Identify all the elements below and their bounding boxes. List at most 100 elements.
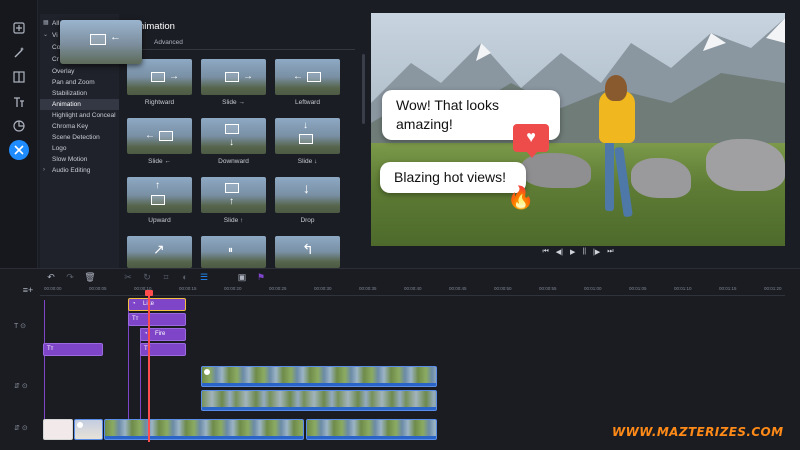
ruler-tick-label: 00:01:05 — [629, 286, 647, 291]
tile-curve[interactable]: ↗ — [127, 236, 192, 268]
title-clip[interactable]: Tт — [43, 343, 103, 356]
main-video-clip[interactable] — [306, 419, 437, 440]
delete-icon[interactable]: 🗑 — [84, 271, 96, 283]
chevron-down-icon: ⌄ — [43, 32, 49, 38]
arrow-right-icon: → — [243, 71, 253, 82]
title-clip[interactable]: Tт — [140, 343, 186, 356]
tile-slide-left[interactable]: ← Slide ← — [127, 118, 192, 174]
turn-arrow-icon: ↰ — [302, 241, 314, 257]
marker-flag-icon[interactable]: ⚑ — [255, 271, 267, 283]
tile-thumbnail: ↓ — [275, 118, 340, 154]
title-clip[interactable]: Tт — [128, 313, 186, 326]
arrow-down-icon: ↓ — [303, 120, 308, 131]
clip-audio-bar — [202, 407, 436, 410]
category-item[interactable]: Slow Motion — [40, 154, 119, 165]
animation-panel: nimation Advanced → Rightward → Slide → ← L… — [121, 14, 365, 268]
ruler-tick-label: 00:00:50 — [494, 286, 512, 291]
tile-label: Downward — [218, 158, 249, 165]
rotate-icon[interactable]: ↻ — [141, 271, 153, 283]
overlay-video-clip[interactable] — [201, 390, 437, 411]
tile-thumbnail: → — [201, 59, 266, 95]
tile-thumbnail: ← — [275, 59, 340, 95]
chevron-right-icon: › — [43, 167, 45, 173]
tile-upward[interactable]: ↑ Upward — [127, 177, 192, 233]
playhead[interactable] — [145, 290, 153, 442]
tile-label: Drop — [300, 217, 315, 224]
category-item[interactable]: Overlay — [40, 66, 119, 77]
tile-slide-right[interactable]: → Slide → — [201, 59, 266, 115]
magic-wand-icon[interactable] — [8, 43, 30, 63]
category-item[interactable]: Stabilization — [40, 88, 119, 99]
arrow-right-icon: → — [169, 71, 179, 82]
overlay-track-icon: ⇵ — [14, 383, 20, 390]
redo-icon[interactable]: ↷ — [64, 271, 76, 283]
ruler-tick-label: 00:00:25 — [269, 286, 287, 291]
overlay-video-clip[interactable] — [201, 366, 437, 387]
play-icon[interactable]: ▶ — [570, 248, 575, 262]
panel-scrollbar[interactable] — [362, 54, 365, 124]
heart-icon: ♥ — [513, 124, 549, 158]
cut-icon[interactable]: ✂ — [122, 271, 134, 283]
intro-image-clip[interactable] — [74, 419, 103, 440]
category-item[interactable]: Logo — [40, 143, 119, 154]
tile-thumbnail: ↓ — [201, 118, 266, 154]
title-track-icon: T — [14, 323, 19, 330]
ruler-tick-label: 00:00:40 — [404, 286, 422, 291]
category-item[interactable]: › Audio Editing — [40, 165, 119, 176]
crop-icon[interactable]: ⌗ — [160, 271, 172, 283]
sticker-clip-fire[interactable]: ◔ Fire — [140, 328, 186, 341]
undo-icon[interactable]: ↶ — [45, 271, 57, 283]
category-item[interactable]: Scene Detection — [40, 132, 119, 143]
tile-leftward[interactable]: ← Leftward — [275, 59, 340, 115]
more-tools-icon[interactable] — [9, 140, 29, 160]
ruler-tick-label: 00:00:30 — [314, 286, 332, 291]
color-icon[interactable]: ◐ — [179, 271, 191, 283]
pause-icon: ⏸ — [228, 245, 233, 256]
ruler-tick-label: 00:01:20 — [764, 286, 782, 291]
ruler-tick-label: 00:00:55 — [539, 286, 557, 291]
tile-thumbnail: ↰ — [275, 236, 340, 268]
tile-label: Slide ↑ — [223, 217, 244, 224]
category-item-animation[interactable]: Animation — [40, 99, 119, 110]
titles-icon[interactable] — [8, 92, 30, 112]
tile-thumbnail: ↑ — [127, 177, 192, 213]
category-item[interactable]: Chroma Key — [40, 121, 119, 132]
tile-thumbnail: ↑ — [201, 177, 266, 213]
tile-rightward[interactable]: → Rightward — [127, 59, 192, 115]
pause-icon[interactable]: || — [582, 248, 586, 262]
tile-downward[interactable]: ↓ Downward — [201, 118, 266, 174]
clip-audio-bar — [307, 436, 436, 439]
tile-pause[interactable]: ⏸ — [201, 236, 266, 268]
step-forward-icon[interactable]: |▶ — [593, 248, 600, 262]
skip-end-icon[interactable]: ⏭ — [607, 248, 613, 262]
audio-icon[interactable]: ▣ — [236, 271, 248, 283]
comment-bubble-blazing[interactable]: Blazing hot views! — [380, 162, 526, 193]
lock-icon[interactable]: ⊙ — [20, 323, 26, 330]
import-icon[interactable] — [8, 18, 30, 38]
ruler-tick-label: 00:01:10 — [674, 286, 692, 291]
dragged-transition-thumbnail[interactable]: ← — [60, 20, 142, 64]
intro-image-clip[interactable] — [43, 419, 73, 440]
tile-slide-down[interactable]: ↓ Slide ↓ — [275, 118, 340, 174]
step-back-icon[interactable]: ◀| — [556, 248, 563, 262]
add-track-icon[interactable]: ≡+ — [22, 284, 34, 296]
category-item[interactable]: Pan and Zoom — [40, 77, 119, 88]
title-track-header: T ⊙ — [14, 322, 38, 334]
tile-drop[interactable]: ↓ Drop — [275, 177, 340, 233]
tool-rail — [0, 0, 38, 268]
stickers-icon[interactable] — [8, 116, 30, 136]
ruler-tick-label: 00:00:35 — [359, 286, 377, 291]
mute-icon[interactable]: ⊙ — [22, 425, 28, 432]
skip-start-icon[interactable]: ⏮ — [542, 248, 548, 262]
sticker-clip-like[interactable]: ◔Like — [128, 298, 186, 311]
clip-properties-icon[interactable]: ☰ — [198, 271, 210, 283]
tile-slide-up[interactable]: ↑ Slide ↑ — [201, 177, 266, 233]
category-item[interactable]: Highlight and Conceal — [40, 110, 119, 121]
tab-advanced[interactable]: Advanced — [154, 39, 183, 46]
visibility-icon[interactable]: ⊙ — [22, 383, 28, 390]
tile-turn[interactable]: ↰ — [275, 236, 340, 268]
text-icon: Tт — [47, 346, 54, 352]
transitions-icon[interactable] — [8, 67, 30, 87]
curve-arrow-icon: ↗ — [153, 241, 165, 257]
main-video-clip[interactable] — [104, 419, 304, 440]
